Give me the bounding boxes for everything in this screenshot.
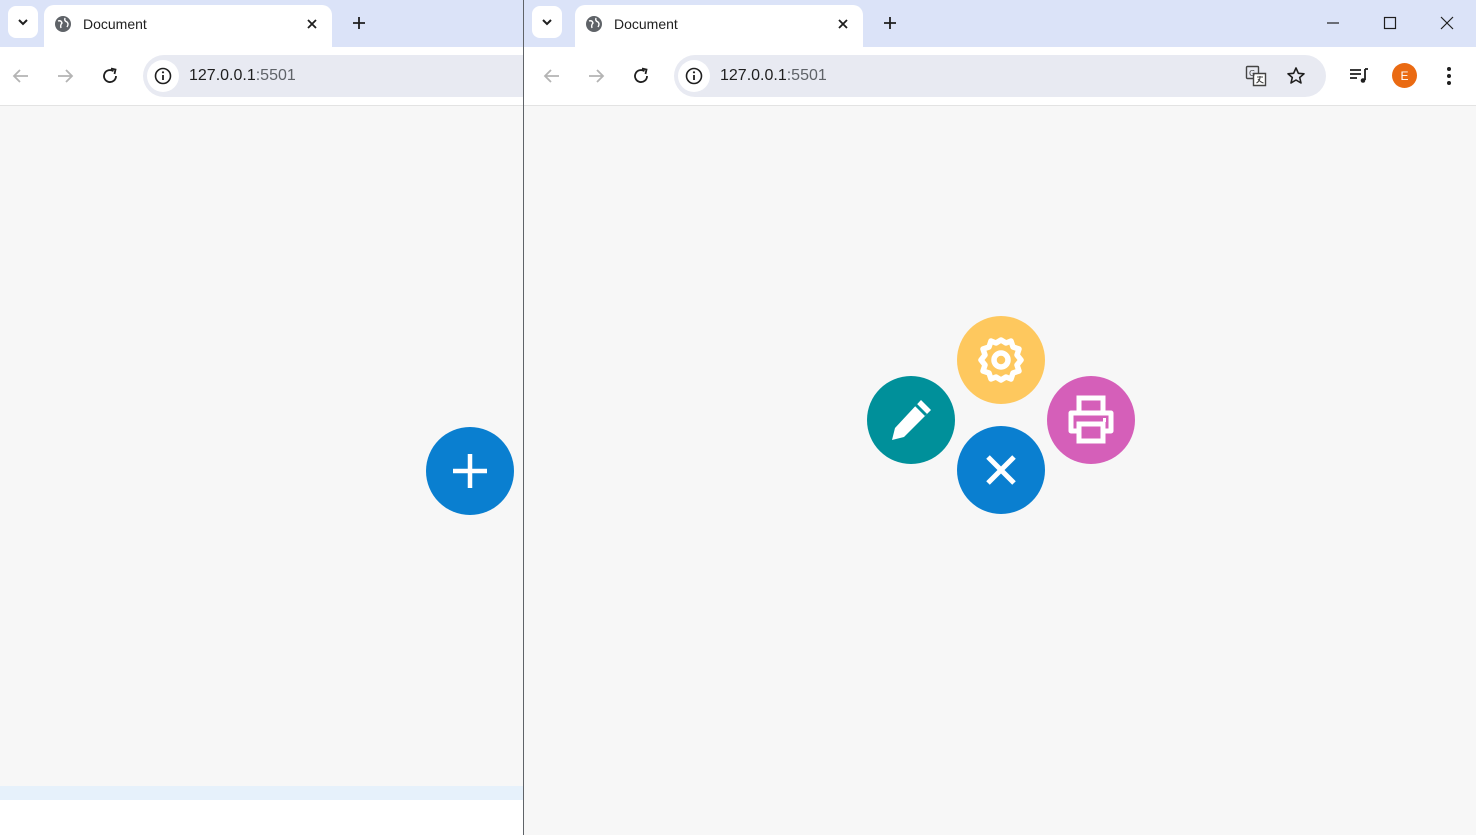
reload-icon — [103, 67, 117, 83]
new-tab-button[interactable] — [348, 12, 370, 34]
svg-text:G: G — [1249, 69, 1255, 78]
translate-button[interactable]: G — [1244, 64, 1268, 88]
back-button[interactable] — [9, 64, 33, 88]
window-close-button[interactable] — [1427, 8, 1467, 38]
info-icon — [154, 67, 172, 85]
browser-window-right: Document 127.0.0.1:5501 G E — [524, 0, 1476, 835]
close-fab-button[interactable] — [957, 426, 1045, 514]
maximize-button[interactable] — [1370, 8, 1410, 38]
tab-search-button[interactable] — [8, 6, 38, 38]
plus-icon — [353, 17, 365, 29]
gear-icon — [978, 337, 1024, 383]
print-fab-button[interactable] — [1047, 376, 1135, 464]
close-icon — [307, 19, 317, 29]
address-bar[interactable]: 127.0.0.1:5501 G — [674, 55, 1326, 97]
address-url: 127.0.0.1:5501 — [720, 67, 827, 85]
arrow-left-icon — [12, 69, 28, 83]
site-info-button[interactable] — [147, 60, 179, 92]
settings-fab-button[interactable] — [957, 316, 1045, 404]
close-icon — [1440, 16, 1454, 30]
browser-toolbar: 127.0.0.1:5501 G E — [524, 47, 1476, 106]
address-url: 127.0.0.1:5501 — [189, 67, 296, 85]
forward-button[interactable] — [53, 64, 77, 88]
star-icon — [1287, 67, 1305, 84]
browser-toolbar: 127.0.0.1:5501 — [0, 47, 523, 106]
translate-icon: G — [1245, 65, 1267, 87]
chevron-down-icon — [18, 19, 28, 26]
tab-document[interactable]: Document — [44, 5, 332, 47]
globe-icon — [586, 16, 602, 32]
chevron-down-icon — [542, 19, 552, 26]
tab-strip: Document — [524, 0, 1476, 47]
info-icon — [685, 67, 703, 85]
plus-icon — [453, 454, 487, 488]
pencil-icon — [892, 400, 931, 440]
reload-button[interactable] — [98, 64, 122, 88]
media-controls-button[interactable] — [1346, 63, 1372, 89]
site-info-button[interactable] — [678, 60, 710, 92]
profile-avatar[interactable]: E — [1392, 63, 1417, 88]
reload-icon — [634, 67, 648, 83]
bookmark-button[interactable] — [1284, 64, 1308, 88]
arrow-right-icon — [589, 69, 605, 83]
fab-open-button[interactable] — [426, 427, 514, 515]
reload-button[interactable] — [629, 64, 653, 88]
tab-close-button[interactable] — [302, 14, 322, 34]
browser-window-left: Document 127.0.0.1:5501 — [0, 0, 523, 835]
tab-close-button[interactable] — [833, 14, 853, 34]
tab-document[interactable]: Document — [575, 5, 863, 47]
url-port: :5501 — [786, 67, 827, 84]
globe-icon — [55, 16, 71, 32]
printer-icon — [1068, 395, 1114, 444]
address-bar[interactable]: 127.0.0.1:5501 — [143, 55, 523, 97]
maximize-icon — [1383, 16, 1397, 30]
tab-search-button[interactable] — [532, 6, 562, 38]
close-icon — [986, 455, 1016, 485]
bottom-strip — [0, 786, 523, 800]
new-tab-button[interactable] — [879, 12, 901, 34]
minimize-icon — [1327, 22, 1339, 24]
tab-title: Document — [83, 16, 147, 32]
edit-fab-button[interactable] — [867, 376, 955, 464]
arrow-right-icon — [58, 69, 74, 83]
back-button[interactable] — [540, 64, 564, 88]
tab-strip: Document — [0, 0, 523, 47]
url-host: 127.0.0.1 — [720, 67, 787, 84]
queue-music-icon — [1350, 68, 1368, 83]
url-host: 127.0.0.1 — [189, 67, 256, 84]
more-vert-icon — [1447, 67, 1451, 85]
bottom-area — [0, 800, 523, 835]
forward-button[interactable] — [584, 64, 608, 88]
browser-menu-button[interactable] — [1436, 63, 1462, 89]
arrow-left-icon — [543, 69, 559, 83]
plus-icon — [884, 17, 896, 29]
minimize-button[interactable] — [1313, 8, 1353, 38]
close-icon — [838, 19, 848, 29]
tab-title: Document — [614, 16, 678, 32]
url-port: :5501 — [255, 67, 296, 84]
